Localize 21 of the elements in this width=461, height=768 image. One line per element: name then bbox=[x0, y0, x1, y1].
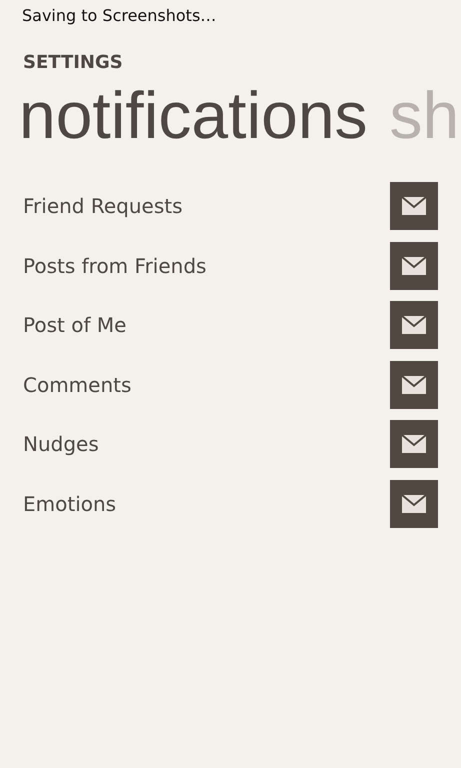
app-title: SETTINGS bbox=[22, 51, 124, 72]
setting-label: Comments bbox=[23, 372, 132, 396]
mail-button[interactable] bbox=[390, 420, 438, 468]
mail-button[interactable] bbox=[390, 182, 438, 230]
mail-button[interactable] bbox=[390, 480, 438, 528]
mail-button[interactable] bbox=[390, 301, 438, 349]
setting-label: Friend Requests bbox=[23, 194, 183, 218]
envelope-icon bbox=[402, 494, 426, 512]
envelope-icon bbox=[402, 376, 426, 394]
envelope-icon bbox=[402, 435, 426, 453]
envelope-icon bbox=[402, 256, 426, 274]
setting-label: Nudges bbox=[23, 432, 99, 456]
pivot-tab[interactable]: notifications bbox=[19, 76, 368, 158]
envelope-icon bbox=[402, 197, 426, 215]
envelope-icon bbox=[402, 316, 426, 334]
mail-button[interactable] bbox=[390, 360, 438, 408]
setting-label: Emotions bbox=[23, 492, 116, 516]
status-text: Saving to Screenshots… bbox=[21, 5, 218, 27]
setting-label: Posts from Friends bbox=[23, 254, 206, 278]
setting-label: Post of Me bbox=[23, 313, 126, 337]
mail-button[interactable] bbox=[390, 242, 438, 290]
